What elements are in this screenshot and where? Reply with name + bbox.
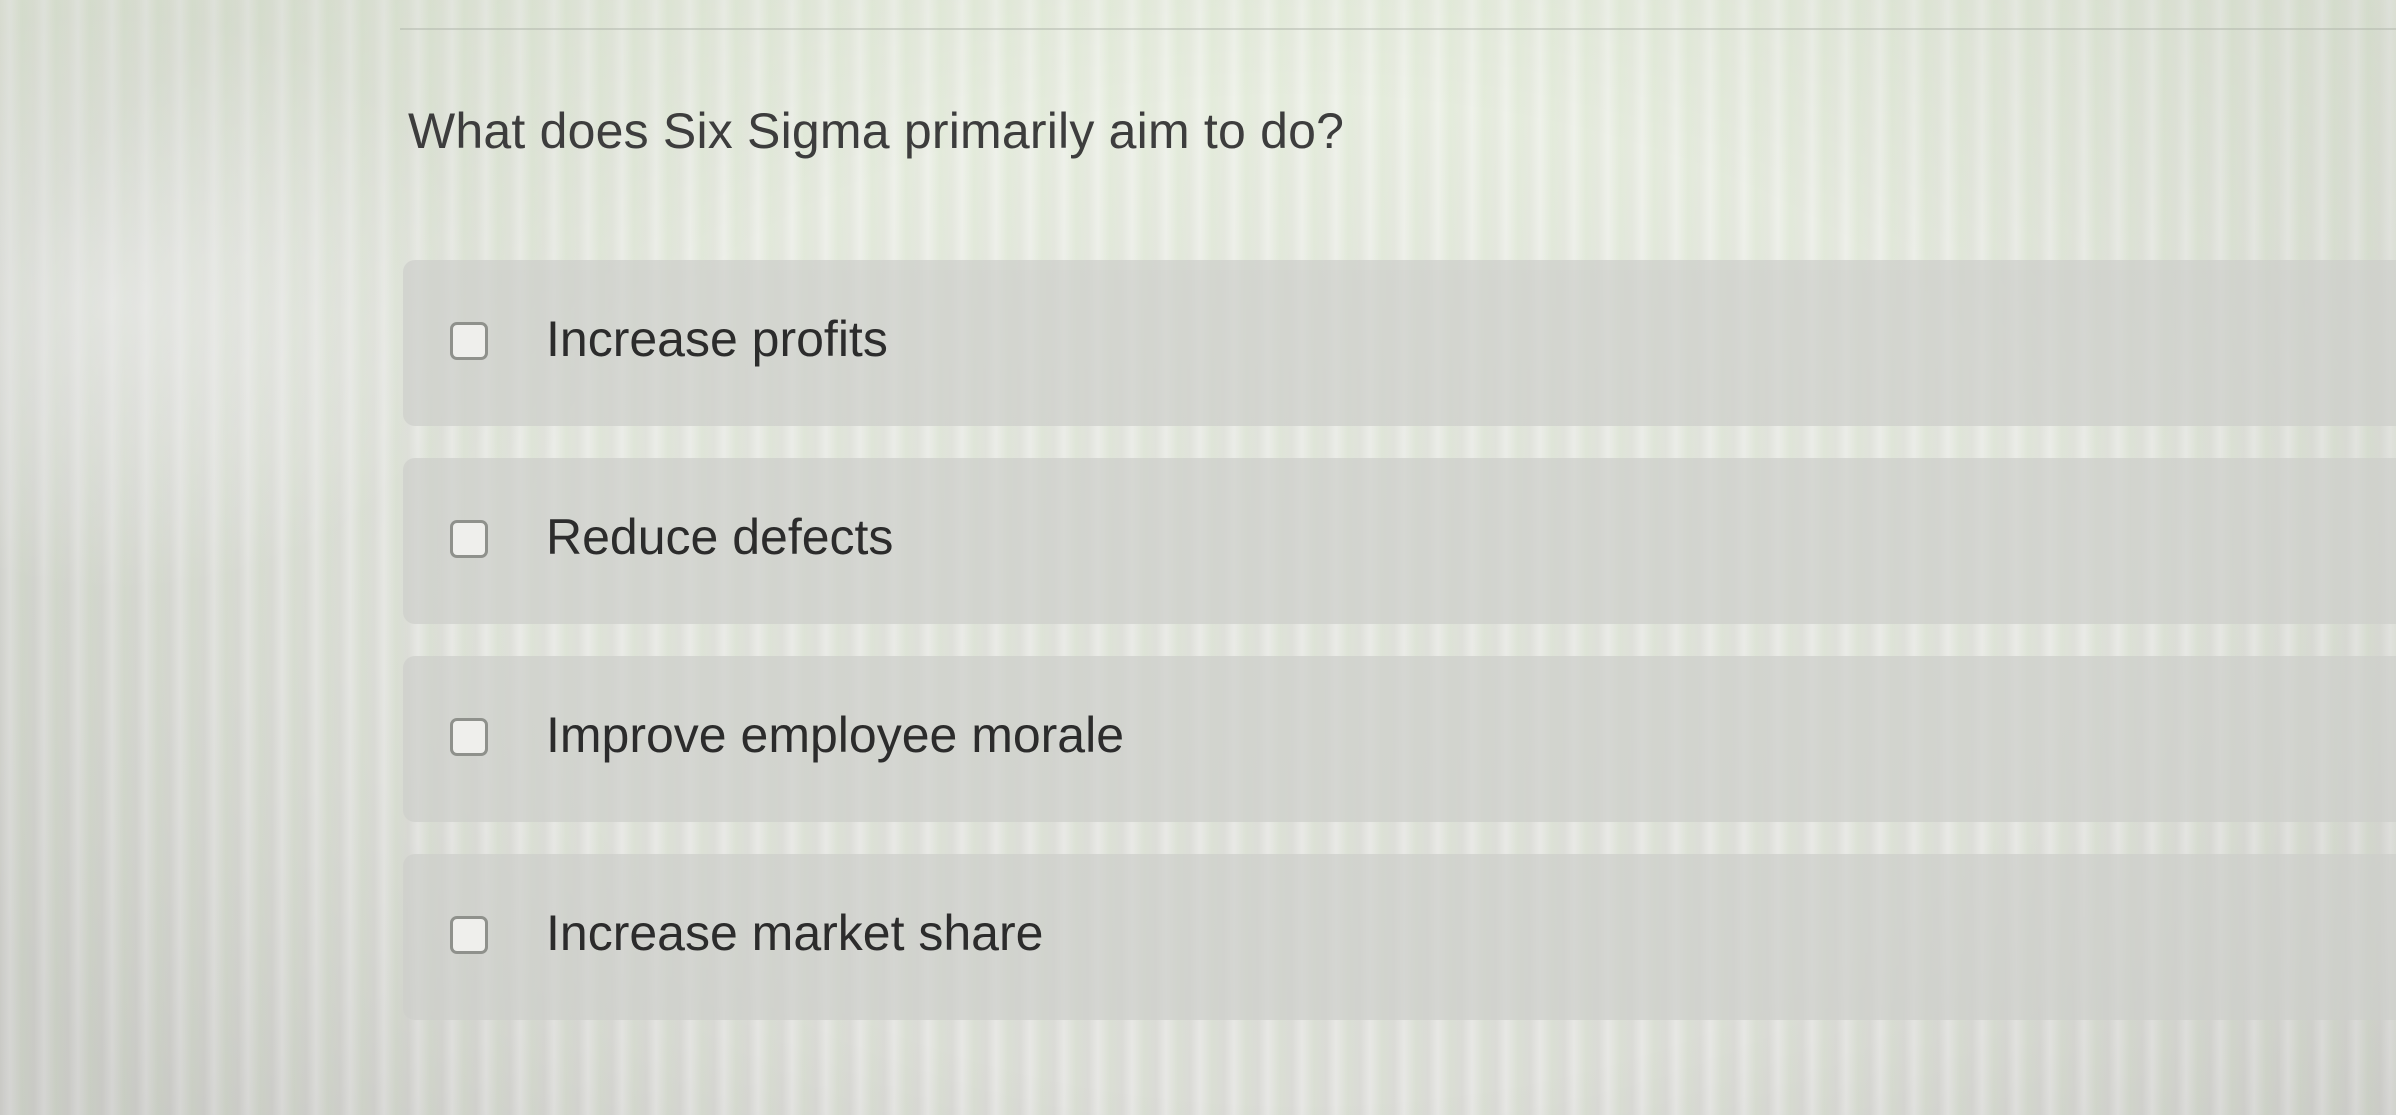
- option-label: Reduce defects: [546, 509, 894, 565]
- option-reduce-defects[interactable]: Reduce defects: [403, 458, 2396, 624]
- option-label: Increase market share: [546, 905, 1044, 961]
- question-text: What does Six Sigma primarily aim to do?: [408, 103, 1345, 159]
- option-increase-market-share[interactable]: Increase market share: [403, 854, 2396, 1020]
- option-label: Increase profits: [546, 311, 888, 367]
- checkbox[interactable]: [450, 520, 488, 558]
- option-label: Improve employee morale: [546, 707, 1125, 763]
- option-increase-profits[interactable]: Increase profits: [403, 260, 2396, 426]
- quiz-page: { "question": { "text": "What does Six S…: [0, 0, 2396, 1115]
- option-improve-employee-morale[interactable]: Improve employee morale: [403, 656, 2396, 822]
- checkbox[interactable]: [450, 916, 488, 954]
- checkbox[interactable]: [450, 718, 488, 756]
- checkbox[interactable]: [450, 322, 488, 360]
- answer-options: Increase profits Reduce defects Improve …: [403, 260, 2396, 1052]
- top-divider: [400, 28, 2396, 30]
